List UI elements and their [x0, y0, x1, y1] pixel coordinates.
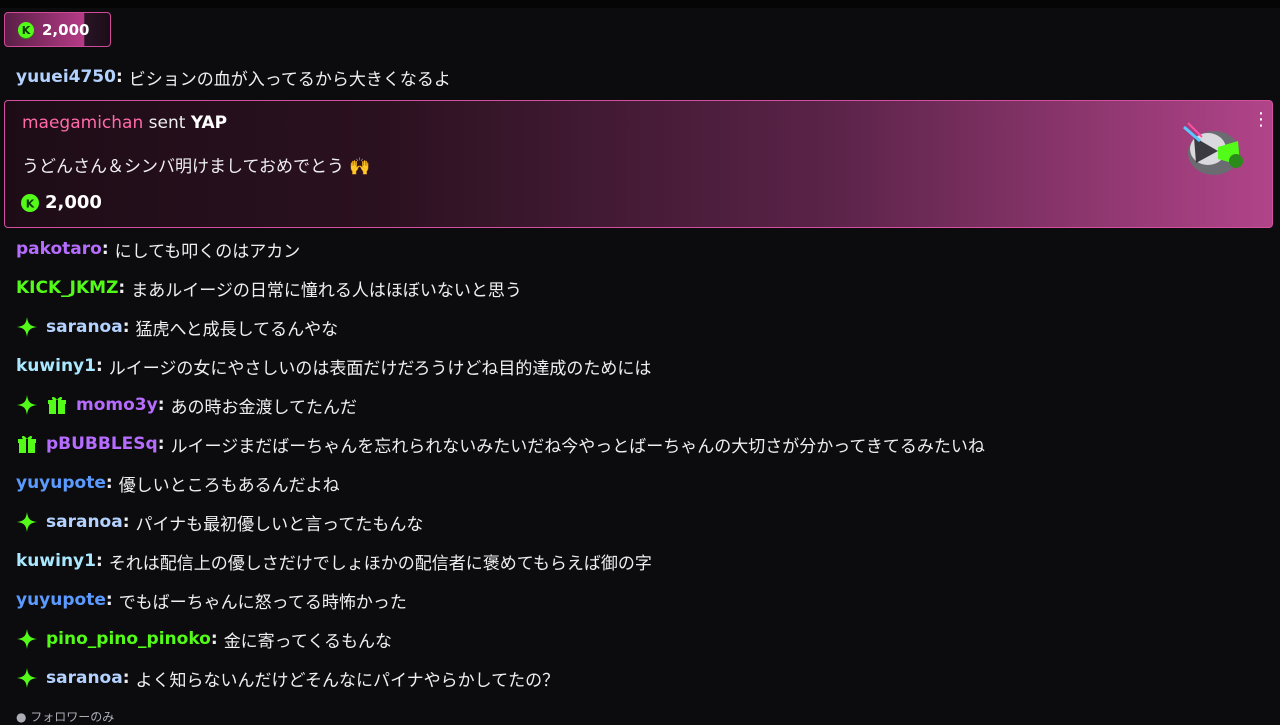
chat-message-text: 猛虎へと成長してるんやな — [135, 319, 339, 340]
gift-sent-label: sent — [148, 113, 186, 133]
chat-message: kuwiny1: それは配信上の優しさだけでしょほかの配信者に褒めてもらえば御の字 — [16, 546, 1266, 576]
chat-message: yuyupote: 優しいところもあるんだよね — [16, 468, 1266, 498]
chat-message: saranoa: 猛虎へと成長してるんやな — [16, 312, 1266, 342]
pinned-kicks-pill[interactable]: K 2,000 — [4, 12, 111, 47]
gift-item-name: YAP — [190, 113, 228, 133]
gift-header: maegamichan sent YAP — [22, 113, 227, 133]
chat-message: pino_pino_pinoko: 金に寄ってくるもんな — [16, 624, 1266, 654]
pinned-amount: 2,000 — [42, 20, 90, 39]
chat-message-text: でもばーちゃんに怒ってる時怖かった — [118, 592, 407, 613]
chat-username[interactable]: pino_pino_pinoko — [46, 629, 211, 649]
username-colon: : — [157, 395, 165, 415]
chat-message-text: よく知らないんだけどそんなにパイナやらかしてたの？ — [135, 670, 560, 691]
chat-username[interactable]: pBUBBLESq — [46, 434, 158, 454]
chat-username[interactable]: yuyupote — [16, 473, 106, 493]
chat-message: saranoa: パイナも最初優しいと言ってたもんな — [16, 507, 1266, 537]
user-icon: ● — [16, 710, 31, 724]
chat-message: kuwiny1: ルイージの女にやさしいのは表面だけだろうけどね目的達成のためには — [16, 351, 1266, 381]
gift-username[interactable]: maegamichan — [22, 113, 143, 133]
chat-message-text: パイナも最初優しいと言ってたもんな — [135, 514, 424, 535]
gift-amount-row: K 2,000 — [20, 192, 102, 213]
megaphone-art-icon — [1183, 122, 1243, 175]
chat-message: yuuei4750: ビションの血が入ってるから大きくなるよ — [16, 62, 1266, 92]
chat-message-text: まあルイージの日常に憧れる人はほぼいないと思う — [131, 280, 522, 301]
chat-message: pBUBBLESq: ルイージまだばーちゃんを忘れられないみたいだね今やっとばーち… — [16, 429, 1266, 459]
chat-message-text: ルイージまだばーちゃんを忘れられないみたいだね今やっとばーちゃんの大切さが分かっ… — [170, 436, 985, 457]
chat-message: KICK_JKMZ: まあルイージの日常に憧れる人はほぼいないと思う — [16, 273, 1266, 303]
username-colon: : — [157, 434, 165, 454]
chat-message: yuyupote: でもばーちゃんに怒ってる時怖かった — [16, 585, 1266, 615]
sparkle-badge-icon[interactable] — [16, 628, 38, 650]
followers-only-label: ● フォロワーのみ — [16, 708, 114, 725]
sparkle-badge-icon[interactable] — [16, 394, 38, 416]
username-colon: : — [105, 473, 113, 493]
chat-username[interactable]: yuuei4750 — [16, 67, 116, 87]
chat-message-text: 金に寄ってくるもんな — [223, 631, 392, 652]
sparkle-badge-icon[interactable] — [16, 667, 38, 689]
kick-coin-icon: K — [21, 193, 39, 212]
gift-badge-icon[interactable] — [46, 394, 68, 416]
followers-only-text: フォロワーのみ — [30, 710, 115, 724]
username-colon: : — [95, 551, 103, 571]
username-colon: : — [122, 668, 130, 688]
sparkle-badge-icon[interactable] — [16, 511, 38, 533]
chat-username[interactable]: kuwiny1 — [16, 356, 96, 376]
chat-message: saranoa: よく知らないんだけどそんなにパイナやらかしてたの？ — [16, 663, 1266, 693]
gift-badge-icon[interactable] — [16, 433, 38, 455]
username-colon: : — [122, 317, 130, 337]
chat-username[interactable]: pakotaro — [16, 239, 102, 259]
gift-message: うどんさん＆シンバ明けましておめでとう 🙌 — [22, 152, 371, 177]
chat-message-text: ビションの血が入ってるから大きくなるよ — [128, 69, 451, 90]
username-colon: : — [95, 356, 103, 376]
gift-card: maegamichan sent YAP うどんさん＆シンバ明けましておめでとう… — [4, 100, 1273, 228]
chat-message-text: ルイージの女にやさしいのは表面だけだろうけどね目的達成のためには — [108, 358, 652, 379]
top-bar — [0, 0, 1280, 8]
svg-text:K: K — [26, 197, 35, 210]
chat-message: pakotaro: にしても叩くのはアカン — [16, 234, 1266, 264]
kick-coin-icon: K — [18, 21, 34, 39]
chat-username[interactable]: saranoa — [46, 512, 123, 532]
username-colon: : — [105, 590, 113, 610]
chat-username[interactable]: KICK_JKMZ — [16, 278, 118, 298]
username-colon: : — [122, 512, 130, 532]
gift-message-text: うどんさん＆シンバ明けましておめでとう — [22, 157, 344, 177]
chat-username[interactable]: kuwiny1 — [16, 551, 96, 571]
chat-message-text: にしても叩くのはアカン — [114, 241, 301, 262]
chat-message-text: 優しいところもあるんだよね — [118, 475, 340, 496]
chat-username[interactable]: saranoa — [46, 317, 123, 337]
raised-hands-emoji: 🙌 — [349, 157, 371, 177]
sparkle-badge-icon[interactable] — [16, 316, 38, 338]
gift-amount: 2,000 — [45, 192, 102, 213]
chat-username[interactable]: momo3y — [76, 395, 158, 415]
chat-username[interactable]: yuyupote — [16, 590, 106, 610]
username-colon: : — [101, 239, 109, 259]
chat-message-text: あの時お金渡してたんだ — [170, 397, 358, 418]
username-colon: : — [210, 629, 218, 649]
chat-message-text: それは配信上の優しさだけでしょほかの配信者に褒めてもらえば御の字 — [108, 553, 652, 574]
chat-message: momo3y: あの時お金渡してたんだ — [16, 390, 1266, 420]
svg-text:K: K — [22, 24, 31, 37]
username-colon: : — [115, 67, 123, 87]
username-colon: : — [118, 278, 126, 298]
more-options-icon[interactable]: ⋮ — [1252, 111, 1270, 129]
chat-username[interactable]: saranoa — [46, 668, 123, 688]
